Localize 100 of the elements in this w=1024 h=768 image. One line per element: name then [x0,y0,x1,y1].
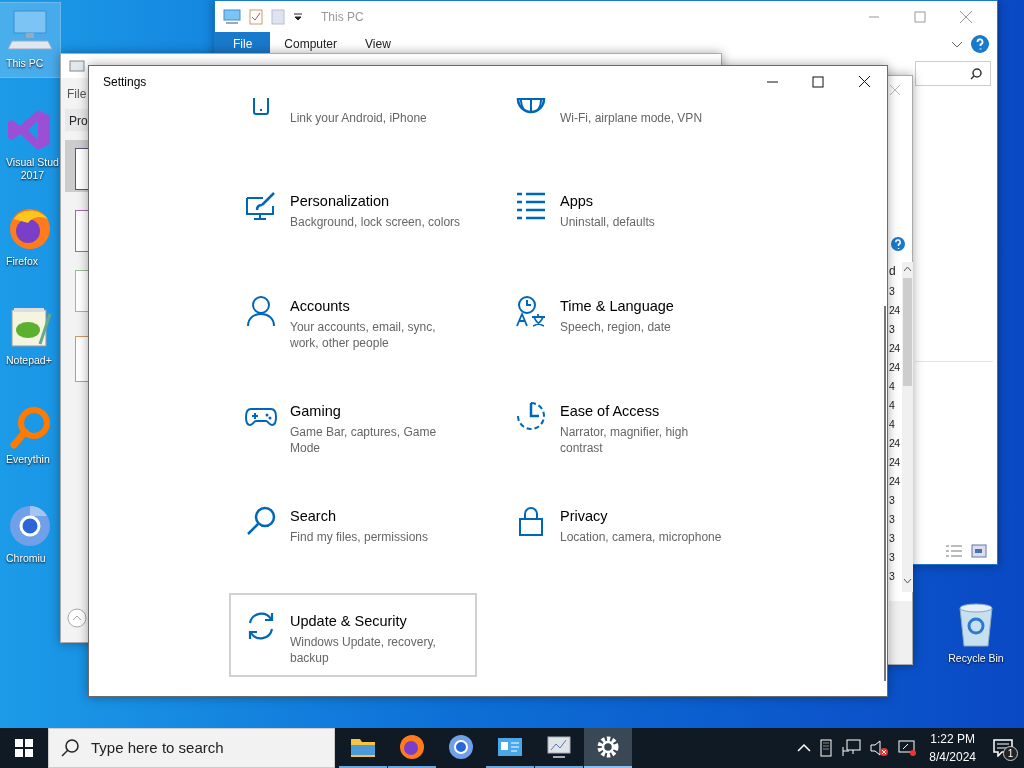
accessibility-icon [515,400,547,432]
notification-icon [993,739,1013,757]
table-cell-text: 3 [889,512,896,527]
settings-tile[interactable]: Wi-Fi, airplane mode, VPN [499,98,747,152]
computer-icon [6,7,54,53]
notification-count: 1 [1003,746,1018,761]
network-icon[interactable] [841,739,862,757]
table-cell-text: 3 [889,284,896,299]
tile-title: Personalization [290,193,391,211]
icon-label: This PC [5,57,44,71]
volume-muted-icon[interactable] [869,739,890,757]
settings-tile[interactable]: Accounts Your accounts, email, sync, work, other people [229,278,477,362]
table-cell-text: 4 [889,379,896,394]
tile-title: Accounts [290,298,351,316]
help-icon[interactable] [971,34,989,53]
settings-tile[interactable]: Gaming Game Bar, captures, Game Mode [229,383,477,467]
table-cell-text: 3 [889,550,896,565]
window-title: This PC [321,8,364,26]
tile-description: Find my files, permissions [290,529,429,546]
dropdown-icon[interactable] [293,11,303,22]
search-box[interactable]: Type here to search [48,728,335,768]
windows-icon [15,739,33,757]
notifications-button[interactable]: 1 [988,733,1018,763]
tile-title: Time & Language [560,298,674,316]
list-icon [515,190,547,222]
icon-label: Recycle Bin [948,652,1004,666]
table-cell-text: 24 [889,360,900,375]
ribbon-tab[interactable]: File [215,32,271,55]
scrollbar[interactable] [902,262,913,592]
computer-icon [223,8,241,25]
clock-time: 1:22 PM [929,731,976,748]
status-bar [889,601,912,664]
tile-description: Narrator, magnifier, high contrast [560,424,689,457]
person-icon [245,295,277,327]
scrollbar[interactable] [884,306,886,681]
tile-title: Ease of Access [560,403,661,421]
column-header: d [889,263,896,280]
search-icon [61,739,79,757]
table-cell-text: 24 [889,474,900,489]
tile-description: Link your Android, iPhone [290,110,427,126]
maximize-icon[interactable] [809,74,827,90]
settings-tile[interactable]: Time & Language Speech, region, date [499,278,747,362]
search-field[interactable]: Type here to search [89,735,319,761]
search-icon [970,67,982,80]
language-icon [515,295,547,327]
desktop-icon[interactable]: Recycle Bin [940,600,1012,666]
tile-description: Background, lock screen, colors [290,214,461,231]
settings-tile[interactable]: Apps Uninstall, defaults [499,173,747,257]
taskbar-app[interactable] [584,728,632,768]
icon-label: Firefox [5,255,39,269]
properties-icon [249,8,263,25]
help-icon[interactable] [891,237,905,251]
settings-tile[interactable]: Personalization Background, lock screen, colors [229,173,477,257]
tile-title: Gaming [290,403,342,421]
table-cell-text: 4 [889,398,896,413]
tile-title: Apps [560,193,595,211]
tile-title: Search [290,508,337,526]
large-icons-view-icon[interactable] [971,544,987,558]
tile-description: Location, camera, microphone [560,529,722,546]
paintbrush-icon [245,190,277,222]
chromium-icon [447,733,475,761]
table-cell-text: 24 [889,455,900,470]
scrollbar-thumb[interactable] [903,278,912,386]
scroll-up-icon[interactable] [903,266,912,272]
tablet-icon[interactable] [819,739,834,757]
scroll-down-icon[interactable] [903,578,912,584]
tile-title: Update & Security [290,613,408,631]
settings-tile[interactable]: Ease of Access Narrator, magnifier, high contrast [499,383,747,467]
browser-icon [398,733,426,761]
icon-label: Visual Stud 2017 [5,156,59,183]
ribbon-tab[interactable]: View [351,32,405,55]
table-cell-text: 24 [889,303,900,318]
tile-description: Windows Update, recovery, backup [290,634,436,667]
tile-description: Speech, region, date [560,319,672,336]
search-field[interactable] [915,61,991,86]
table-cell-text: 3 [889,569,896,584]
tile-description: Your accounts, email, sync, work, other people [290,319,436,352]
search-icon [245,505,277,537]
clock-date: 8/4/2024 [929,749,976,766]
table-cell-text: 3 [889,493,896,508]
settings-tile[interactable]: Update & Security Windows Update, recovery, backup [229,593,477,677]
settings-tile[interactable]: Privacy Location, camera, microphone [499,488,747,572]
menu-item[interactable]: File [67,85,87,103]
window-title: Settings [103,74,147,91]
tile-description: Wi-Fi, airplane mode, VPN [560,110,703,126]
settings-tile[interactable]: Link your Android, iPhone [229,98,477,152]
chevron-up-icon[interactable] [797,743,812,753]
ribbon-tab[interactable]: Computer [270,32,352,55]
table-cell-text: 3 [889,531,896,546]
icon-label: Notepad+ [5,354,52,368]
settings-tile[interactable]: Search Find my files, permissions [229,488,477,572]
display-icon[interactable] [897,739,918,757]
table-cell-text: 3 [889,322,896,337]
tile-title: Privacy [560,508,609,526]
table-cell-text: 4 [889,417,896,432]
table-cell-text: 24 [889,436,900,451]
tile-description: Game Bar, captures, Game Mode [290,424,437,457]
window-app-icon [69,59,85,73]
monitor-chart-icon [545,733,573,761]
icon-label: Everythin [5,453,50,467]
